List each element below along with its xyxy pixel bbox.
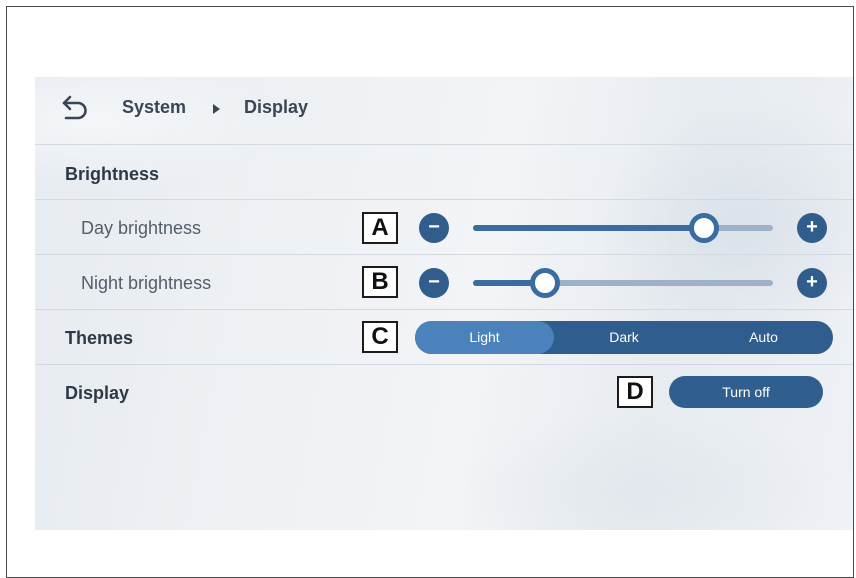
display-settings-screen: System Display Brightness Day brightness…: [35, 77, 853, 530]
plus-icon: +: [806, 216, 818, 238]
night-brightness-increase-button[interactable]: +: [797, 268, 827, 298]
triangle-right-icon: [213, 104, 220, 114]
divider: [35, 254, 853, 255]
back-button[interactable]: [61, 93, 93, 123]
section-title-display: Display: [65, 383, 130, 403]
divider: [35, 364, 853, 365]
night-brightness-slider-handle[interactable]: [530, 268, 560, 298]
marker-a: A: [362, 212, 398, 244]
breadcrumb-current: Display: [244, 97, 309, 117]
night-brightness-label: Night brightness: [81, 273, 212, 293]
day-brightness-slider-handle[interactable]: [689, 213, 719, 243]
minus-icon: −: [428, 216, 440, 238]
minus-icon: −: [428, 271, 440, 293]
theme-option-light[interactable]: Light: [415, 321, 554, 354]
document-frame: System Display Brightness Day brightness…: [6, 6, 854, 578]
marker-b: B: [362, 266, 398, 298]
plus-icon: +: [806, 271, 818, 293]
day-brightness-decrease-button[interactable]: −: [419, 213, 449, 243]
day-brightness-increase-button[interactable]: +: [797, 213, 827, 243]
marker-c: C: [362, 321, 398, 353]
theme-segmented-control: Light Dark Auto: [415, 321, 833, 354]
day-brightness-label: Day brightness: [81, 218, 202, 238]
screen-glare: [455, 410, 835, 530]
header-bar: System Display: [35, 77, 853, 143]
turn-off-display-button[interactable]: Turn off: [669, 376, 823, 408]
night-brightness-decrease-button[interactable]: −: [419, 268, 449, 298]
marker-d: D: [617, 376, 653, 408]
divider: [35, 199, 853, 200]
theme-option-auto[interactable]: Auto: [694, 321, 833, 354]
section-title-brightness: Brightness: [65, 164, 160, 184]
breadcrumb-parent[interactable]: System: [122, 97, 186, 118]
night-brightness-slider[interactable]: [473, 268, 773, 298]
theme-option-dark[interactable]: Dark: [554, 321, 694, 354]
day-brightness-slider[interactable]: [473, 213, 773, 243]
divider: [35, 309, 853, 310]
section-title-themes: Themes: [65, 328, 134, 348]
day-brightness-slider-fill: [473, 225, 704, 231]
divider: [35, 144, 853, 145]
back-arrow-icon: [62, 95, 87, 120]
